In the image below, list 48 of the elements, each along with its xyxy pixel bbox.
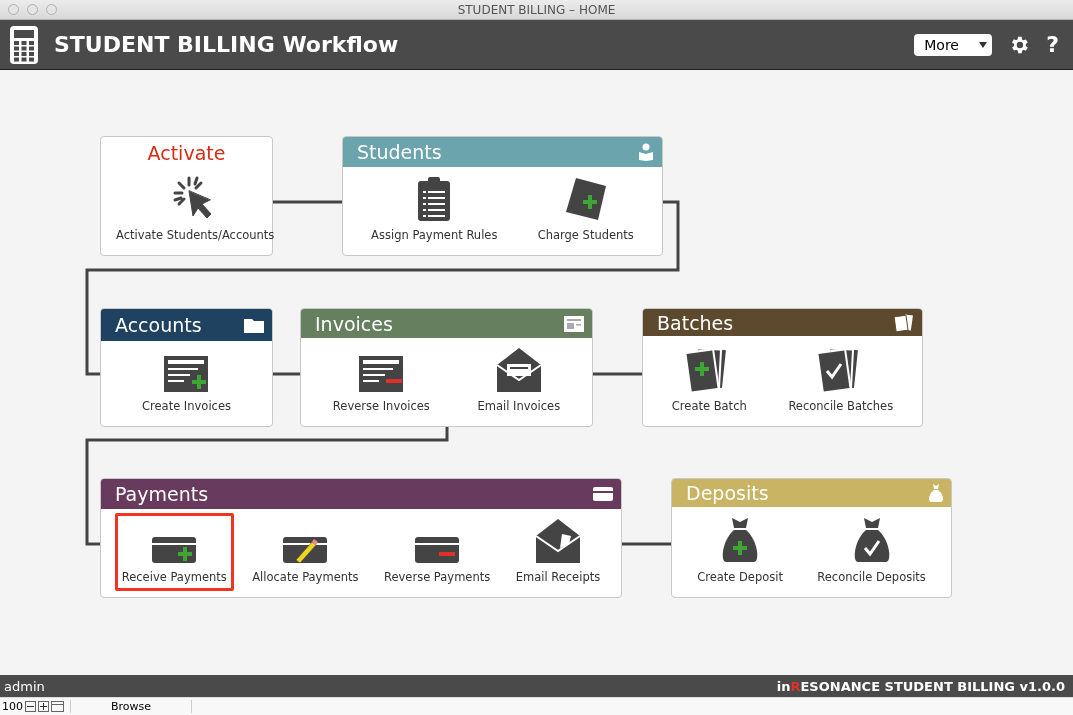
workflow-action-button[interactable]: Assign Payment Rules [364, 171, 505, 249]
credit-card-pencil-icon [282, 536, 329, 564]
dropdown-caret-icon [979, 41, 988, 48]
app-title: STUDENT BILLING Workflow [54, 32, 400, 57]
workflow-action-button[interactable]: Reverse Invoices [325, 342, 437, 420]
product-version: inRESONANCE STUDENT BILLING v1.0.0 [776, 678, 1065, 694]
workflow-action-button[interactable]: Activate Students/Accounts [109, 168, 282, 249]
card-title: Batches [657, 311, 734, 334]
zoom-out-icon[interactable] [25, 701, 36, 712]
workflow-action-button[interactable]: Receive Payments [114, 513, 234, 591]
workflow-action-button[interactable]: Reconcile Deposits [810, 511, 933, 591]
user-name: admin [4, 678, 45, 694]
card-title: Deposits [686, 482, 769, 504]
zoom-level: 100 [1, 700, 24, 713]
open-envelope-icon [495, 347, 542, 393]
card-title: Payments [115, 483, 209, 505]
workflow-action-button[interactable]: Email Receipts [508, 513, 608, 591]
credit-card-minus-icon [414, 536, 461, 564]
zoom-in-icon[interactable] [38, 701, 49, 712]
card-title: Activate [147, 142, 226, 164]
workflow-action-button[interactable]: Reconcile Batches [781, 340, 901, 420]
folder-icon [244, 317, 264, 333]
newspaper-icon [564, 315, 584, 332]
workflow-action-button[interactable]: Create Invoices [135, 345, 238, 420]
window-title: STUDENT BILLING – HOME [457, 2, 616, 17]
cards-icon [894, 313, 914, 332]
workflow-action-button[interactable]: Allocate Payments [245, 513, 366, 591]
card-title: Invoices [315, 312, 393, 335]
credit-card-icon [593, 487, 613, 501]
clipboard-icon [416, 176, 453, 222]
card-title: Students [357, 141, 442, 163]
workflow-action-button[interactable]: Email Invoices [470, 342, 568, 420]
more-dropdown[interactable]: More [914, 33, 993, 56]
workflow-action-button[interactable]: Reverse Payments [377, 513, 498, 591]
help-button[interactable]: ? [1046, 32, 1059, 57]
money-bag-icon [929, 484, 943, 502]
workflow-action-button[interactable]: Create Deposit [690, 511, 790, 591]
workflow-action-button[interactable]: Create Batch [664, 340, 754, 420]
browse-mode-label: Browse [70, 700, 192, 713]
reader-icon [638, 143, 654, 161]
workflow-action-button[interactable]: Charge Students [530, 171, 641, 249]
credit-card-plus-icon [151, 536, 198, 564]
document-plus-icon [163, 355, 210, 393]
card-title: Accounts [115, 314, 202, 336]
toolbar-toggle-icon[interactable] [51, 701, 64, 712]
calculator-icon [10, 25, 38, 64]
envelope-receipt-icon [534, 518, 581, 564]
document-minus-icon [358, 355, 405, 393]
